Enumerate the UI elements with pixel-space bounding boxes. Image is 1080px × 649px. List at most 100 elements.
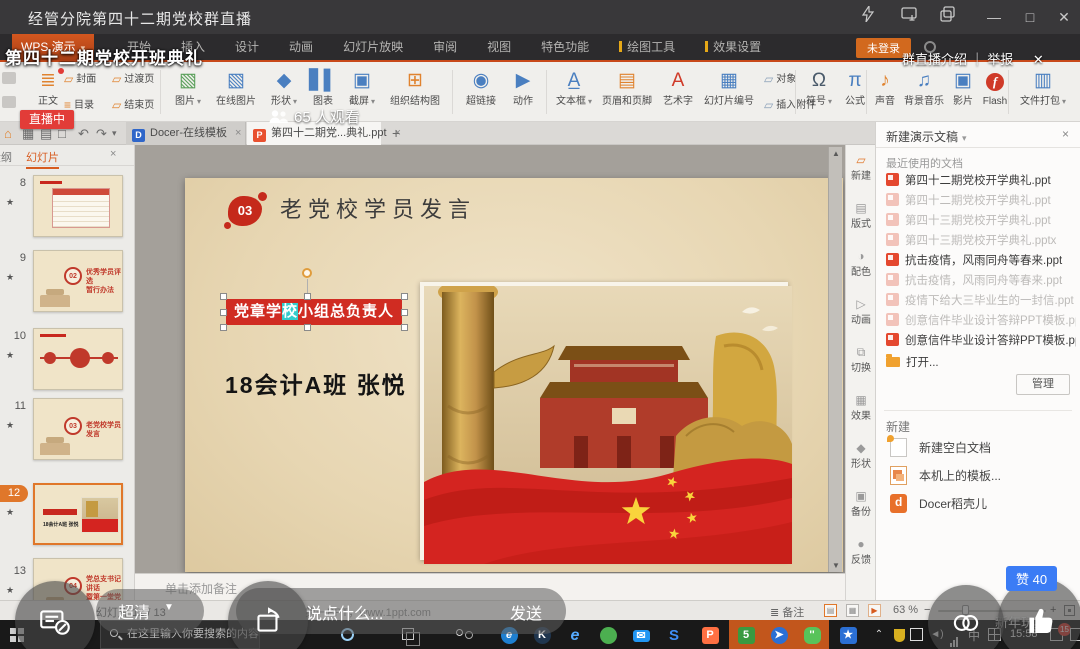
recent-file[interactable]: 第四十三期党校开学典礼.pptx	[886, 232, 1076, 250]
toolbar-item-action[interactable]: ▶ 动作	[506, 68, 540, 108]
toolbar-item-header-footer[interactable]: ▤ 页眉和页脚	[598, 68, 656, 108]
toolbar-item-object[interactable]: ▱对象	[764, 72, 796, 87]
sidebar-item-new[interactable]: ▱新建	[846, 153, 876, 182]
sidebar-item-feedback[interactable]: ●反馈	[846, 537, 876, 566]
send-button[interactable]: 发送	[510, 600, 542, 624]
toolbar-item-audio[interactable]: ♪ 声音	[870, 68, 900, 108]
chevron-down-icon[interactable]: ▾	[112, 125, 117, 142]
tab-review[interactable]: 审阅	[418, 34, 472, 60]
flash-boost-icon[interactable]	[856, 5, 880, 29]
doc-tab-docer[interactable]: DDocer-在线模板×	[126, 122, 246, 145]
toolbar-item-picture[interactable]: ▧ 图片▾	[168, 68, 208, 108]
sidebar-item-layout[interactable]: ▤版式	[846, 201, 876, 230]
toolbar-item-transition-page[interactable]: ▱过渡页	[112, 72, 154, 87]
toolbar-item-org-chart[interactable]: ⊞ 组织结构图	[384, 68, 446, 108]
scroll-up-icon[interactable]: ▲	[829, 149, 843, 158]
resize-handle[interactable]	[220, 293, 227, 300]
slide-speaker-name[interactable]: 18会计A班 张悦	[225, 366, 407, 400]
ie-icon[interactable]: e	[562, 623, 588, 646]
sidebar-item-effect[interactable]: ▦效果	[846, 393, 876, 422]
mail-icon[interactable]: ✉	[628, 623, 654, 646]
display-icon[interactable]	[910, 628, 923, 641]
wps-ppt-icon[interactable]: P	[697, 623, 723, 646]
minimize-icon[interactable]: —	[982, 5, 1006, 29]
security-shield-icon[interactable]	[886, 623, 912, 646]
tab-slideshow[interactable]: 幻灯片放映	[328, 34, 418, 60]
green-app-icon[interactable]	[595, 623, 621, 646]
toolbar-item-online-picture[interactable]: ▧ 在线图片	[210, 68, 262, 108]
resize-handle[interactable]	[401, 324, 408, 331]
report-link[interactable]: 举报	[987, 52, 1013, 67]
recent-file[interactable]: 疫情下给大三毕业生的一封信.ppt	[886, 292, 1076, 310]
copy-window-icon[interactable]	[936, 5, 960, 29]
recent-file[interactable]: 第四十二期党校开学典礼.ppt	[886, 192, 1076, 210]
resize-handle[interactable]	[401, 309, 408, 316]
close-icon[interactable]: ×	[110, 148, 116, 160]
wechat-icon[interactable]: ''	[799, 623, 825, 646]
like-count-badge[interactable]: 赞 40	[1006, 566, 1057, 591]
toolbar-item-body-text[interactable]: ≣ 正文	[30, 68, 66, 108]
recent-file[interactable]: 创意信件毕业设计答辩PPT模板.pptx	[886, 312, 1076, 330]
recent-file[interactable]: 创意信件毕业设计答辩PPT模板.pptx	[886, 332, 1076, 350]
redo-icon[interactable]: ↷	[96, 125, 107, 142]
slideshow-play-icon[interactable]: ▶	[868, 604, 881, 617]
toolbar-item-package[interactable]: ▥ 文件打包▾	[1014, 68, 1072, 108]
sidebar-item-backup[interactable]: ▣备份	[846, 489, 876, 518]
wps-home-icon[interactable]: ⌂	[4, 125, 12, 142]
undo-icon[interactable]: ↶	[78, 125, 89, 142]
sidebar-item-shape[interactable]: ◆形状	[846, 441, 876, 470]
tab-view[interactable]: 视图	[472, 34, 526, 60]
slide-photo[interactable]	[420, 282, 788, 560]
docer-item[interactable]: Docer稻壳儿	[890, 494, 1076, 516]
recent-file[interactable]: 抗击疫情，风雨同舟等春来.ppt	[886, 272, 1076, 290]
sidebar-item-transition[interactable]: ⧉切换	[846, 345, 876, 374]
tab-outline[interactable]: 大纲	[0, 149, 12, 165]
slide-title[interactable]: 老党校学员发言	[280, 192, 476, 224]
editor-scrollbar[interactable]: ▲ ▼	[828, 147, 842, 572]
tab-slides[interactable]: 幻灯片	[26, 149, 59, 169]
slide-sorter-icon[interactable]: ▦	[846, 604, 859, 617]
quality-selector[interactable]: 超清 ▼	[96, 589, 204, 633]
tab-effect-settings[interactable]: 效果设置	[690, 34, 776, 60]
pin-window-icon[interactable]	[898, 5, 922, 29]
thumbnail-slide-12-current[interactable]: 18会计A班 张悦	[33, 483, 123, 545]
toolbar-item-cover-page[interactable]: ▱封面	[64, 72, 96, 87]
toolbar-item-chart[interactable]: ▋▌ 图表	[306, 68, 340, 108]
thumbnail-slide-11[interactable]: 03 老党校学员发言	[33, 398, 123, 460]
send-app-icon[interactable]: ➤	[766, 623, 792, 646]
toolbar-item-screenshot[interactable]: ▣ 截屏▾	[342, 68, 382, 108]
thumbnail-slide-9[interactable]: 02 优秀学员评选暂行办法	[33, 250, 123, 312]
sogou-icon[interactable]: S	[661, 623, 687, 646]
tab-special-features[interactable]: 特色功能	[526, 34, 604, 60]
scroll-down-icon[interactable]: ▼	[829, 561, 843, 570]
resize-handle[interactable]	[304, 293, 311, 300]
manage-button[interactable]: 管理	[1016, 374, 1070, 395]
new-blank-doc-item[interactable]: 新建空白文档	[890, 438, 1076, 460]
toolbar-item-slide-number[interactable]: ▦ 幻灯片编号	[700, 68, 758, 108]
tab-design[interactable]: 设计	[220, 34, 274, 60]
close-icon[interactable]: ×	[235, 127, 241, 139]
sidebar-item-color-scheme[interactable]: ◑配色	[846, 249, 876, 278]
notes-toggle[interactable]: ≣ 备注	[770, 604, 804, 620]
toolbar-item-hyperlink[interactable]: ◉ 超链接	[458, 68, 504, 108]
thumbnail-slide-8[interactable]	[33, 175, 123, 237]
slide-canvas[interactable]: 03 老党校学员发言 党章学校小组总负责人 18会计A班 张悦	[185, 178, 843, 572]
toolbar-item-shape[interactable]: ◆ 形状▾	[264, 68, 304, 108]
close-icon[interactable]: ✕	[1052, 5, 1076, 29]
tab-drawing-tools[interactable]: 绘图工具	[604, 34, 690, 60]
open-file-item[interactable]: 打开...	[886, 354, 1076, 372]
resize-handle[interactable]	[401, 293, 408, 300]
toolbar-item-wordart[interactable]: A 艺术字	[658, 68, 698, 108]
close-icon[interactable]: ×	[1062, 127, 1069, 141]
toolbar-item-textbox[interactable]: A̲ 文本框▾	[552, 68, 596, 108]
recent-file[interactable]: 第四十二期党校开学典礼.ppt	[886, 172, 1076, 190]
thumbnail-slide-10[interactable]	[33, 328, 123, 390]
group-live-intro-link[interactable]: 群直播介绍	[902, 52, 967, 67]
resize-handle[interactable]	[220, 309, 227, 316]
tab-animation[interactable]: 动画	[274, 34, 328, 60]
resize-handle[interactable]	[220, 324, 227, 331]
maximize-icon[interactable]: □	[1018, 5, 1042, 29]
local-template-item[interactable]: 本机上的模板...	[890, 466, 1076, 488]
toolbar-item-flash[interactable]: f Flash	[978, 68, 1012, 108]
rotate-handle[interactable]	[302, 268, 312, 278]
